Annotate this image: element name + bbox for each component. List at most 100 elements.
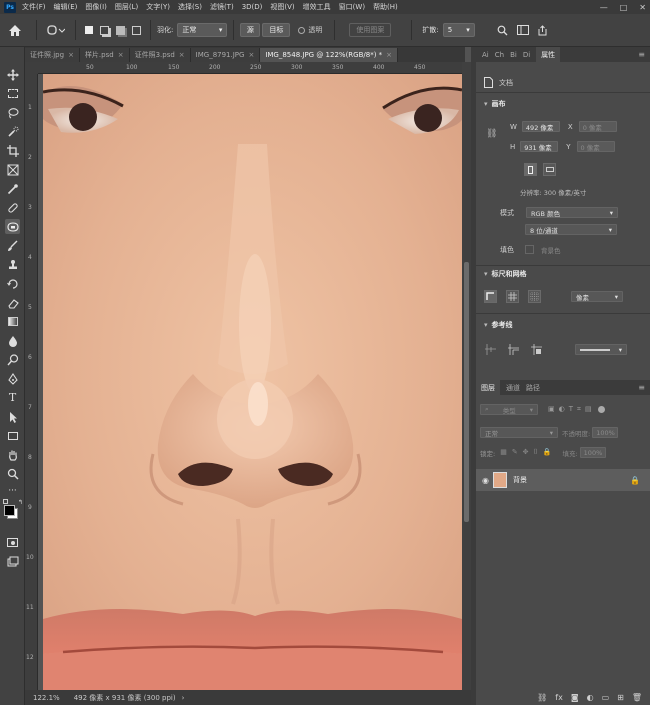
new-layer-icon[interactable]: ⊞ (617, 693, 624, 702)
scrollbar-thumb[interactable] (464, 262, 469, 522)
close-icon[interactable]: × (118, 51, 124, 59)
tab-channels[interactable]: 通道 (506, 383, 520, 393)
link-icon[interactable]: ⛓ (486, 129, 497, 139)
menu-help[interactable]: 帮助(H) (373, 2, 398, 12)
tab-paths[interactable]: 路径 (526, 383, 540, 393)
pixel-grid-icon[interactable] (528, 290, 541, 303)
lasso-tool-icon[interactable] (5, 105, 20, 120)
menu-filter[interactable]: 滤镜(T) (210, 2, 234, 12)
close-icon[interactable]: × (386, 51, 392, 59)
fill-select[interactable]: 背景色 (538, 244, 590, 255)
menu-plugins[interactable]: 增效工具 (303, 2, 331, 12)
width-input[interactable]: 492 像素 (521, 121, 560, 132)
color-swatches[interactable]: ↰ (3, 499, 23, 521)
workspace-icon[interactable] (513, 20, 533, 40)
crop-tool-icon[interactable] (5, 143, 20, 158)
filter-icons[interactable]: ▣◐T⌗▤ (548, 405, 596, 414)
tab-doc-active[interactable]: IMG_8548.JPG @ 122%(RGB/8*) * × (260, 48, 399, 62)
frame-tool-icon[interactable] (5, 162, 20, 177)
bit-depth-select[interactable]: 8 位/通道 ▾ (525, 224, 617, 235)
pen-tool-icon[interactable] (5, 371, 20, 386)
landscape-icon[interactable] (543, 163, 556, 176)
tab-properties[interactable]: 属性 (536, 46, 561, 63)
maximize-button[interactable]: □ (620, 3, 628, 12)
patch-tool-icon[interactable] (5, 219, 20, 234)
quick-select-tool-icon[interactable] (5, 124, 20, 139)
delete-icon[interactable]: 🗑 (632, 693, 642, 702)
tool-preset-icon[interactable] (43, 20, 69, 40)
guide-shape-icon[interactable] (530, 343, 543, 356)
move-tool-icon[interactable] (5, 67, 20, 82)
dodge-tool-icon[interactable] (5, 352, 20, 367)
quick-mask-icon[interactable] (5, 535, 20, 550)
swap-colors-icon[interactable]: ↰ (18, 499, 23, 506)
search-icon[interactable] (493, 20, 513, 40)
document-canvas[interactable] (43, 74, 462, 690)
source-button[interactable]: 源 (240, 23, 261, 37)
mask-icon[interactable]: ◙ (571, 693, 579, 702)
rectangle-tool-icon[interactable] (5, 428, 20, 443)
panel-menu-icon[interactable]: ≡ (638, 50, 645, 59)
close-icon[interactable]: × (248, 51, 254, 59)
portrait-icon[interactable] (524, 163, 537, 176)
tab-doc-3[interactable]: 证件照3.psd × (129, 48, 191, 62)
opacity-input[interactable]: 100% (592, 427, 619, 438)
eye-icon[interactable]: ◉ (482, 476, 489, 485)
menu-type[interactable]: 文字(Y) (146, 2, 170, 12)
tab-doc-1[interactable]: 证件照.jpg × (25, 48, 80, 62)
close-icon[interactable]: × (179, 51, 185, 59)
guide-new-icon[interactable] (507, 343, 520, 356)
menu-edit[interactable]: 编辑(E) (54, 2, 78, 12)
layers-menu-icon[interactable]: ≡ (638, 383, 645, 392)
guide-layout-icon[interactable] (484, 343, 497, 356)
mode-select[interactable]: RGB 颜色 ▾ (526, 207, 618, 218)
blend-mode-select[interactable]: 正常 ▾ (480, 427, 558, 438)
path-select-tool-icon[interactable] (5, 409, 20, 424)
link-layers-icon[interactable]: ⛓ (537, 693, 547, 702)
menu-view[interactable]: 视图(V) (270, 2, 294, 12)
style-select[interactable]: 正常 ▾ (177, 23, 228, 37)
group-icon[interactable]: ▭ (602, 693, 610, 702)
blur-tool-icon[interactable] (5, 333, 20, 348)
layer-row-background[interactable]: ◉ 背景 🔒 (476, 469, 650, 491)
menu-3d[interactable]: 3D(D) (242, 3, 263, 11)
tab-doc-2[interactable]: 样片.psd × (79, 48, 130, 62)
guides-section-header[interactable]: 参考线 (476, 318, 513, 332)
filter-toggle-icon[interactable] (597, 406, 605, 413)
eyedropper-tool-icon[interactable] (5, 181, 20, 196)
default-colors-icon[interactable] (3, 499, 8, 504)
x-input[interactable]: 0 像素 (578, 121, 617, 132)
tab-layers[interactable]: 图层 (476, 379, 500, 396)
target-button[interactable]: 目标 (262, 23, 291, 37)
menu-select[interactable]: 选择(S) (178, 2, 202, 12)
menu-image[interactable]: 图像(I) (85, 2, 107, 12)
transparent-checkbox[interactable] (296, 20, 306, 40)
healing-brush-tool-icon[interactable] (5, 200, 20, 215)
height-input[interactable]: 931 像素 (520, 141, 559, 152)
rulers-grid-section-header[interactable]: 标尺和网格 (476, 267, 527, 281)
lock-icons[interactable]: ▦✎✥⌷🔒 (500, 448, 556, 457)
menu-file[interactable]: 文件(F) (22, 2, 46, 12)
guide-color-select[interactable]: ▾ (575, 344, 627, 355)
intersect-selection-icon[interactable] (128, 20, 144, 40)
foreground-color-swatch[interactable] (4, 505, 15, 516)
marquee-tool-icon[interactable] (5, 86, 20, 101)
tab-ch[interactable]: Ch (495, 51, 504, 59)
adjustment-icon[interactable]: ◐ (587, 693, 594, 702)
status-arrow-icon[interactable]: › (182, 694, 185, 702)
more-tools-icon[interactable]: ··· (5, 483, 20, 498)
layer-fill-input[interactable]: 100% (579, 447, 606, 458)
tab-di[interactable]: Di (523, 51, 530, 59)
menu-layer[interactable]: 图层(L) (115, 2, 138, 12)
subtract-selection-icon[interactable] (112, 20, 128, 40)
tab-bi[interactable]: Bi (510, 51, 517, 59)
y-input[interactable]: 0 像素 (576, 141, 615, 152)
tab-doc-4[interactable]: IMG_8791.JPG × (190, 48, 261, 62)
zoom-level[interactable]: 122.1% (33, 694, 60, 702)
layer-kind-select[interactable]: ⌕ 类型 ▾ (480, 404, 538, 415)
canvas-vertical-scrollbar[interactable] (462, 62, 471, 690)
fx-icon[interactable]: fx (555, 693, 563, 702)
new-selection-icon[interactable] (82, 20, 96, 40)
canvas-section-header[interactable]: 画布 (476, 97, 506, 111)
grid-icon[interactable] (506, 290, 519, 303)
